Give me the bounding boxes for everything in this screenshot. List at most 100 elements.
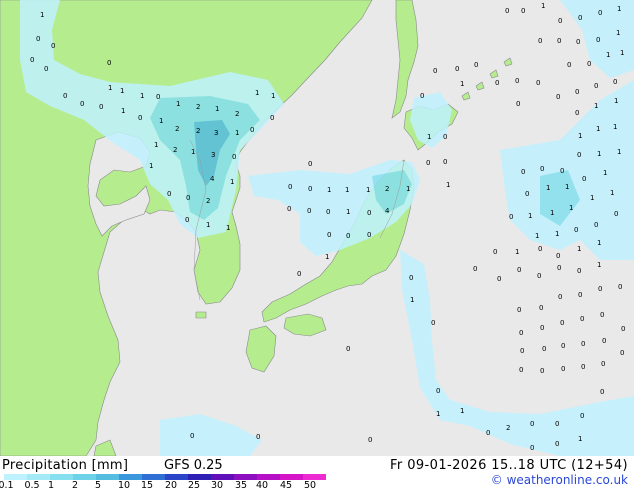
model-name: GFS 0.25 (164, 458, 223, 473)
precipitation-value: 1 (206, 221, 211, 229)
precipitation-value: 2 (175, 125, 180, 133)
precipitation-value: 0 (287, 205, 292, 213)
precipitation-value: 0 (598, 285, 603, 293)
precipitation-value: 0 (561, 342, 566, 350)
precipitation-value: 1 (577, 245, 582, 253)
map-canvas (0, 0, 634, 456)
scale-tick-label: 1 (47, 480, 55, 491)
precipitation-value: 0 (602, 337, 607, 345)
precipitation-value: 1 (603, 169, 608, 177)
precipitation-value: 0 (497, 275, 502, 283)
precipitation-value: 0 (618, 283, 623, 291)
precipitation-value: 0 (600, 311, 605, 319)
precipitation-value: 1 (446, 181, 451, 189)
precipitation-value: 1 (535, 232, 540, 240)
precipitation-value: 0 (63, 92, 68, 100)
precipitation-value: 1 (120, 87, 125, 95)
precipitation-value: 0 (516, 100, 521, 108)
precipitation-value: 0 (558, 293, 563, 301)
precipitation-value: 1 (620, 49, 625, 57)
precipitation-value: 0 (443, 158, 448, 166)
precipitation-value: 1 (176, 100, 181, 108)
precipitation-value: 1 (108, 84, 113, 92)
precipitation-value: 0 (558, 17, 563, 25)
precipitation-value: 0 (538, 37, 543, 45)
precipitation-value: 1 (230, 178, 235, 186)
precipitation-value: 0 (555, 420, 560, 428)
precipitation-value: 2 (235, 110, 240, 118)
precipitation-value: 0 (190, 432, 195, 440)
precipitation-value: 0 (185, 216, 190, 224)
precipitation-value: 0 (346, 345, 351, 353)
precipitation-value: 1 (541, 2, 546, 10)
precipitation-value: 3 (214, 129, 219, 137)
precipitation-value: 0 (577, 151, 582, 159)
scale-tick-label: 20 (164, 480, 178, 491)
precipitation-value: 1 (327, 186, 332, 194)
scale-tick-label: 40 (255, 480, 269, 491)
scale-tick-label: 15 (140, 480, 154, 491)
precipitation-value: 0 (574, 226, 579, 234)
precipitation-value: 1 (345, 186, 350, 194)
precipitation-value: 0 (326, 208, 331, 216)
precipitation-value: 0 (520, 347, 525, 355)
precipitation-value: 0 (367, 231, 372, 239)
precipitation-value: 0 (156, 93, 161, 101)
credit-link[interactable]: © weatheronline.co.uk (491, 473, 628, 487)
precipitation-value: 0 (536, 79, 541, 87)
precipitation-value: 1 (235, 129, 240, 137)
precipitation-value: 1 (140, 92, 145, 100)
scale-tick-label: 0.5 (24, 480, 40, 491)
precipitation-value: 0 (443, 133, 448, 141)
precipitation-value: 0 (538, 245, 543, 253)
precipitation-value: 1 (578, 132, 583, 140)
precipitation-value: 1 (191, 148, 196, 156)
precipitation-value: 1 (565, 183, 570, 191)
precipitation-value: 0 (581, 340, 586, 348)
precipitation-value: 1 (121, 107, 126, 115)
precipitation-value: 0 (540, 165, 545, 173)
precipitation-value: 0 (288, 183, 293, 191)
precipitation-value: 1 (597, 239, 602, 247)
precipitation-value: 0 (367, 209, 372, 217)
precipitation-value: 0 (426, 159, 431, 167)
precipitation-value: 0 (540, 367, 545, 375)
precipitation-value: 0 (517, 266, 522, 274)
precipitation-value: 1 (617, 5, 622, 13)
precipitation-value: 0 (409, 274, 414, 282)
precipitation-value: 4 (210, 175, 215, 183)
precipitation-value: 0 (519, 366, 524, 374)
precipitation-value: 0 (578, 291, 583, 299)
precipitation-value: 0 (346, 232, 351, 240)
precipitation-value: 1 (410, 296, 415, 304)
precipitation-value: 1 (614, 97, 619, 105)
rain-area-southwest (160, 414, 262, 456)
precipitation-value: 0 (594, 82, 599, 90)
precipitation-value: 0 (614, 210, 619, 218)
precipitation-value: 0 (560, 167, 565, 175)
precipitation-value: 1 (617, 148, 622, 156)
precipitation-value: 1 (406, 185, 411, 193)
precipitation-value: 0 (519, 329, 524, 337)
precipitation-value: 1 (578, 435, 583, 443)
precipitation-value: 2 (196, 103, 201, 111)
scale-tick-label: 30 (210, 480, 224, 491)
precipitation-value: 0 (420, 92, 425, 100)
precipitation-value: 0 (555, 440, 560, 448)
precipitation-value: 0 (521, 168, 526, 176)
precipitation-value: 1 (606, 51, 611, 59)
precipitation-value: 0 (577, 267, 582, 275)
precipitation-value: 0 (621, 325, 626, 333)
precipitation-value: 0 (600, 388, 605, 396)
precipitation-value: 0 (580, 315, 585, 323)
precipitation-value: 0 (138, 114, 143, 122)
precipitation-value: 0 (270, 114, 275, 122)
precipitation-value: 0 (525, 190, 530, 198)
kyushu (245, 325, 277, 373)
precipitation-value: 0 (44, 65, 49, 73)
precipitation-value: 0 (521, 7, 526, 15)
precipitation-value: 0 (30, 56, 35, 64)
precipitation-value: 0 (80, 100, 85, 108)
precipitation-value: 2 (196, 127, 201, 135)
scale-tick-label: 25 (187, 480, 201, 491)
